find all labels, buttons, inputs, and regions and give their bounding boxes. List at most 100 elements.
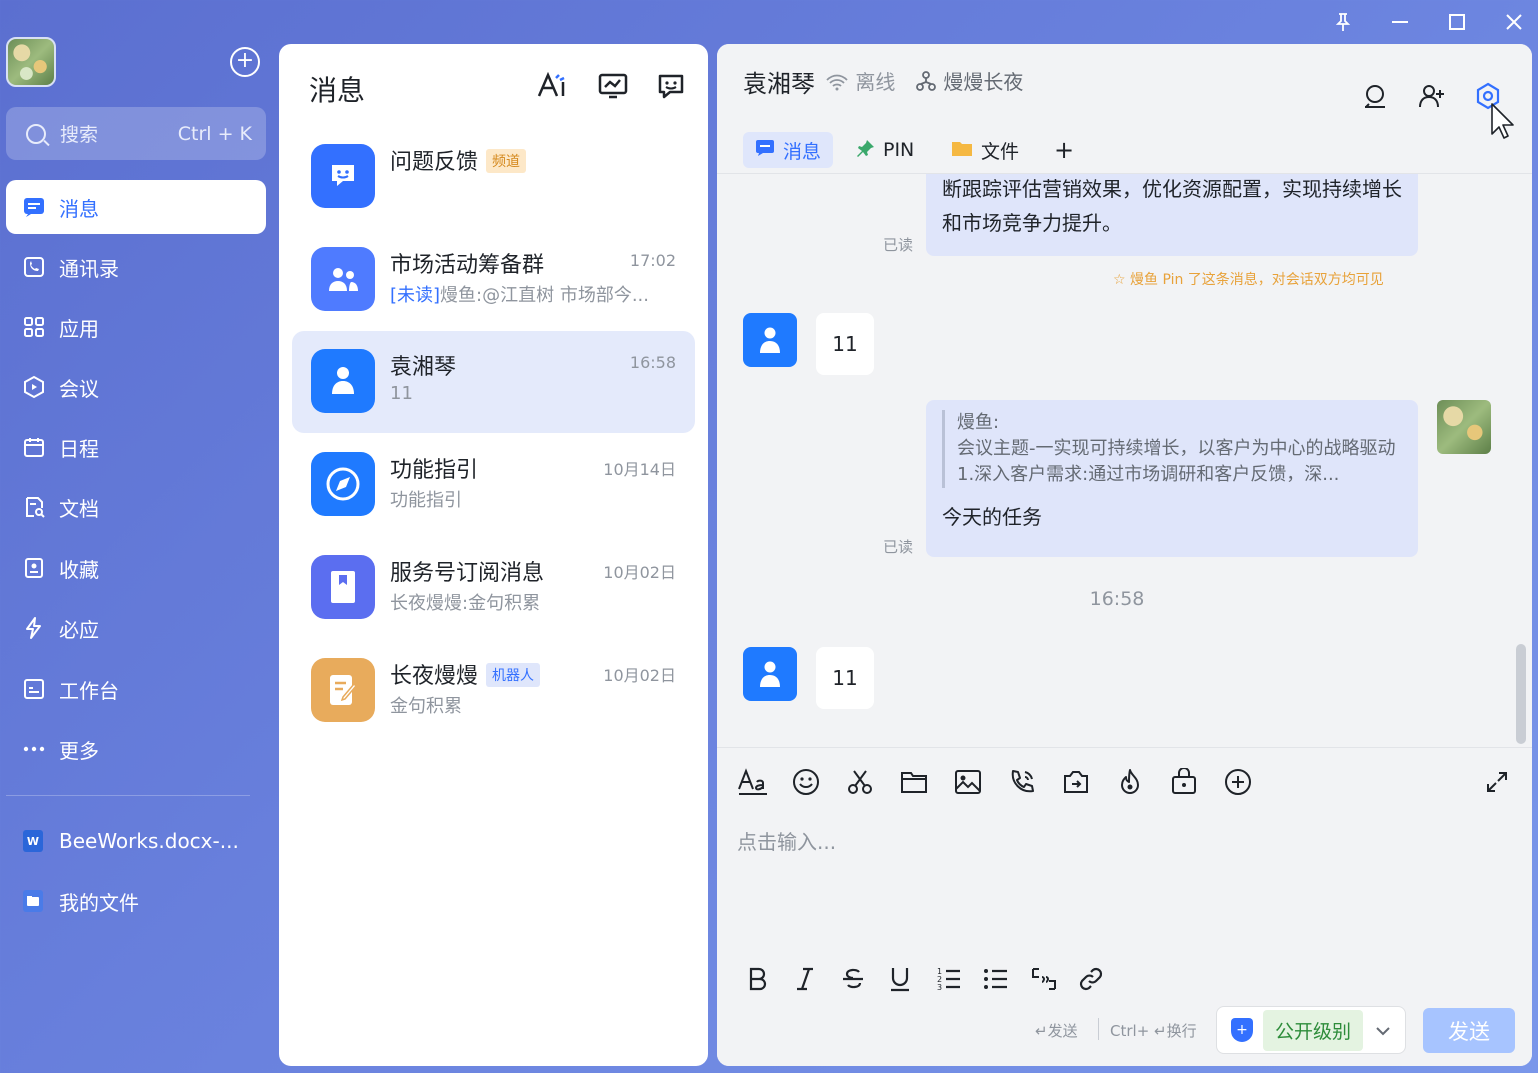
send-hint: ↵发送 [1035,1022,1078,1040]
lock-briefcase-icon[interactable] [1168,766,1200,798]
chart-icon[interactable] [595,68,631,104]
message-icon [21,194,47,220]
pin-window-icon[interactable] [1314,0,1371,44]
conversation-name: 功能指引 [390,458,479,483]
quote-icon[interactable] [1028,963,1060,995]
sidebar-item-label: 收藏 [59,557,99,582]
security-level-label: 公开级别 [1263,1009,1364,1051]
ordered-list-icon[interactable]: 123 [933,963,965,995]
time-divider: 16:58 [1089,588,1145,610]
strikethrough-icon[interactable] [837,963,869,995]
security-level-select[interactable]: + 公开级别 [1216,1006,1406,1054]
message-input[interactable]: 点击输入... [737,826,836,855]
emoji-icon[interactable] [790,766,822,798]
message-bubble[interactable]: 断跟踪评估营销效果，优化资源配置，实现持续增长和市场竞争力提升。 [926,172,1418,256]
link-icon[interactable] [1075,963,1107,995]
sidebar-item-workbench[interactable]: 工作台 [6,662,266,716]
scrollbar[interactable] [1516,644,1526,744]
bold-icon[interactable] [742,963,774,995]
quoted-message: 熳鱼: 会议主题-一实现可持续增长，以客户为中心的战略驱动 1.深入客户需求:通… [942,410,1402,488]
message-bubble[interactable]: 11 [816,647,874,709]
file-label: 我的文件 [59,890,139,915]
reply-message-bubble[interactable]: 熳鱼: 会议主题-一实现可持续增长，以客户为中心的战略驱动 1.深入客户需求:通… [926,400,1418,557]
folder-tool-icon[interactable] [898,766,930,798]
bullet-list-icon[interactable] [980,963,1012,995]
sidebar-item-more[interactable]: 更多 [6,722,266,776]
sidebar-item-label: 通讯录 [59,256,119,281]
ai-icon[interactable] [535,68,571,104]
conversation-item[interactable]: 市场活动筹备群 17:02 [未读]熳鱼:@江直树 市场部今... [292,229,695,331]
search-icon [26,123,46,144]
meeting-icon [21,374,47,400]
sidebar-item-label: 文档 [59,496,99,521]
conversation-preview: 11 [390,383,413,404]
conversation-item[interactable]: 问题反馈 频道 [292,126,695,228]
conversation-preview: [未读]熳鱼:@江直树 市场部今... [390,285,649,306]
tab-files[interactable]: 文件 [939,132,1031,168]
search-input[interactable]: 搜索 Ctrl + K [6,107,266,160]
maximize-icon[interactable] [1428,0,1485,44]
sidebar-item-favorites[interactable]: 收藏 [6,541,266,595]
fire-icon[interactable] [1114,766,1146,798]
sidebar-item-meeting[interactable]: 会议 [6,360,266,414]
sidebar-item-label: 应用 [59,316,99,341]
scissors-icon[interactable] [844,766,876,798]
close-icon[interactable] [1485,0,1538,44]
sender-avatar-icon[interactable] [743,647,797,701]
add-more-icon[interactable] [1222,766,1254,798]
conversation-item[interactable]: 功能指引 10月14日 功能指引 [292,434,695,536]
chat-face-icon[interactable] [653,68,689,104]
folder-icon [951,139,973,161]
bookmark-avatar-icon [311,555,375,619]
add-member-icon[interactable] [1414,78,1450,114]
add-tab-button[interactable]: + [1042,132,1086,168]
user-avatar[interactable] [6,37,56,87]
sidebar-item-biying[interactable]: 必应 [6,601,266,655]
send-button[interactable]: 发送 [1423,1008,1515,1053]
minimize-icon[interactable] [1371,0,1428,44]
add-circle-icon[interactable]: + [230,47,260,77]
expand-icon[interactable] [1481,766,1513,798]
sidebar-item-label: 日程 [59,436,99,461]
tab-messages[interactable]: 消息 [743,132,834,168]
image-icon[interactable] [952,766,984,798]
screen-share-icon[interactable] [1060,766,1092,798]
conversation-item[interactable]: 服务号订阅消息 10月02日 长夜熳熳:金句积累 [292,537,695,639]
quote-text: 会议主题-一实现可持续增长，以客户为中心的战略驱动 1.深入客户需求:通过市场调… [957,438,1396,485]
italic-icon[interactable] [789,963,821,995]
word-file-icon: W [23,830,43,852]
sender-avatar-icon[interactable] [743,313,797,367]
tab-pin[interactable]: PIN [845,132,926,168]
workbench-icon [21,676,47,702]
my-avatar[interactable] [1437,400,1491,454]
conversation-item-selected[interactable]: 袁湘琴 16:58 11 [292,331,695,433]
panel-title: 消息 [309,74,366,107]
sidebar-item-apps[interactable]: 应用 [6,300,266,354]
shield-icon: + [1231,1018,1253,1042]
pin-icon [857,139,875,161]
conversation-item[interactable]: 长夜熳熳 机器人 10月02日 金句积累 [292,640,695,742]
message-bubble[interactable]: 11 [816,313,874,375]
search-chat-icon[interactable] [1357,78,1393,114]
team-name: 熳熳长夜 [915,66,1023,95]
underline-icon[interactable] [884,963,916,995]
text-format-icon[interactable] [737,766,769,798]
online-status: 离线 [825,66,895,95]
docs-icon [21,494,47,520]
sidebar-item-messages[interactable]: 消息 [6,180,266,234]
sidebar-item-docs[interactable]: 文档 [6,480,266,534]
conversation-preview: 金句积累 [390,696,462,717]
unread-marker: [未读] [390,285,441,306]
sidebar-item-label: 必应 [59,617,99,642]
sidebar-item-label: 更多 [59,738,99,763]
sidebar-file-beeworks[interactable]: W BeeWorks.docx-... [6,816,266,866]
group-avatar-icon [311,247,375,311]
conversation-time: 17:02 [629,251,676,270]
calendar-icon [21,434,47,460]
mouse-cursor-icon [1490,102,1516,146]
sidebar-item-calendar[interactable]: 日程 [6,420,266,474]
conversation-name: 袁湘琴 [390,355,457,380]
sidebar-item-contacts[interactable]: 通讯录 [6,240,266,294]
sidebar-file-my-files[interactable]: 我的文件 [6,876,266,926]
phone-icon[interactable] [1006,766,1038,798]
